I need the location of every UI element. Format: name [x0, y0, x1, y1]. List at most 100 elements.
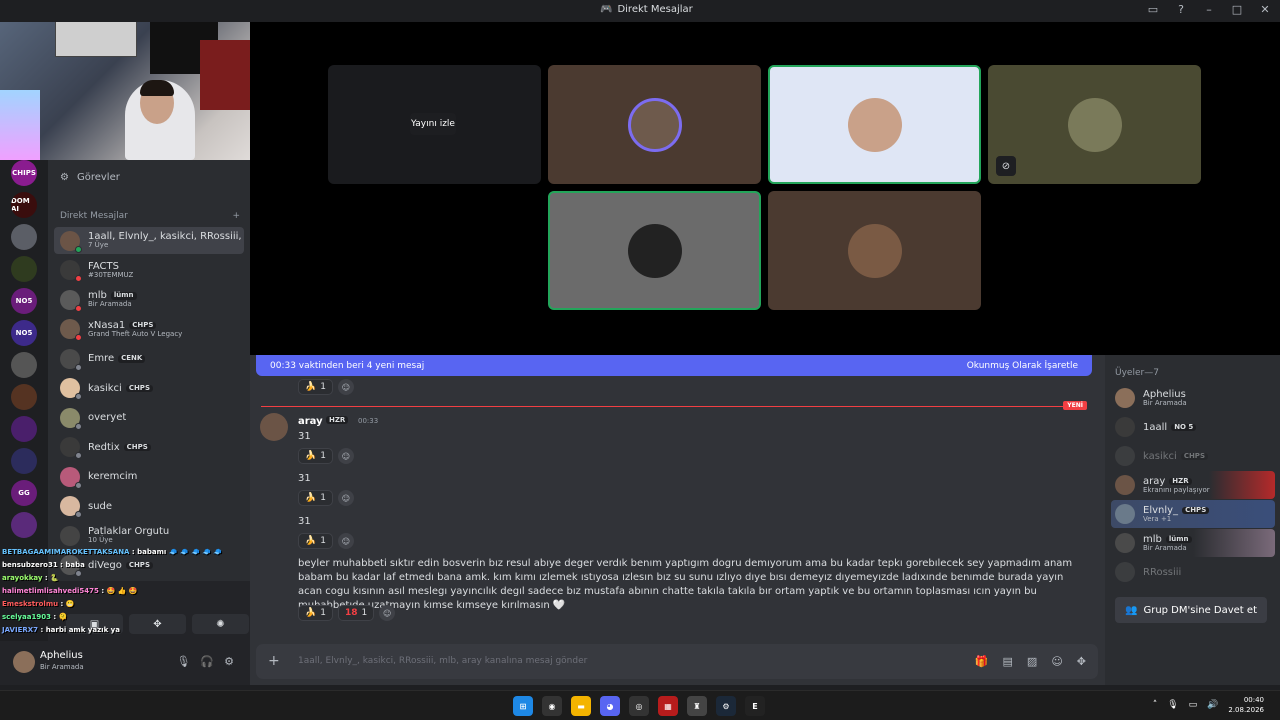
member-item[interactable]: Elvnly_ CHPS Vera +1	[1111, 500, 1275, 528]
mark-read-button[interactable]: Okunmuş Olarak İşaretle	[967, 361, 1078, 371]
watch-stream-button[interactable]: Yayını izle	[410, 113, 456, 135]
plus-icon[interactable]: +	[268, 653, 280, 669]
start-icon[interactable]: ⊞	[513, 696, 533, 716]
folder-icon[interactable]: ▬	[571, 696, 591, 716]
dm-item[interactable]: kasikci CHPS	[54, 375, 244, 402]
help-icon[interactable]: ?	[1174, 3, 1188, 16]
dm-item[interactable]: Patlaklar Orgutu 10 Üye	[54, 522, 244, 549]
clock[interactable]: 00:40 2.08.2026	[1228, 695, 1264, 715]
participant-tile[interactable]: ⊘	[988, 65, 1201, 184]
gear-icon[interactable]: ⚙	[224, 655, 234, 668]
status-indicator	[75, 452, 82, 459]
member-item[interactable]: kasikci CHPS	[1111, 442, 1275, 470]
user-tag: lümn	[1165, 535, 1192, 544]
epic-games-icon[interactable]: E	[745, 696, 765, 716]
server-icon[interactable]	[11, 224, 37, 250]
minimize-button[interactable]: –	[1202, 3, 1216, 16]
server-icon[interactable]	[11, 448, 37, 474]
user-tag: lümn	[110, 291, 137, 300]
user-tag: CENK	[118, 354, 146, 363]
speaker-icon[interactable]: 🔊	[1207, 700, 1218, 710]
server-icon[interactable]: NO5	[11, 320, 37, 346]
user-tag: HZR	[1169, 477, 1192, 486]
member-item[interactable]: Aphelius Bir Aramada	[1111, 384, 1275, 412]
emoji-icon[interactable]: ☺	[1051, 655, 1062, 668]
participant-tile[interactable]	[548, 65, 761, 184]
dm-item[interactable]: Redtix CHPS	[54, 434, 244, 461]
server-icon[interactable]: NO5	[11, 288, 37, 314]
message-author[interactable]: aray	[298, 416, 323, 427]
dm-item[interactable]: FACTS #30TEMMUZ	[54, 257, 244, 284]
participant-tile[interactable]	[768, 65, 981, 184]
server-icon[interactable]	[11, 416, 37, 442]
add-reaction-button[interactable]: ☺	[379, 605, 396, 621]
participant-tile[interactable]	[548, 191, 761, 310]
steam-icon[interactable]: ⚙	[716, 696, 736, 716]
app-icon[interactable]: ▦	[658, 696, 678, 716]
message-input[interactable]: 1aall, Elvnly_, kasikci, RRossiii, mlb, …	[298, 656, 587, 666]
member-item[interactable]: aray HZR Ekranını paylaşıyor	[1111, 471, 1275, 499]
display-icon[interactable]: ▭	[1189, 700, 1198, 710]
reaction-pill[interactable]: 🍌 1	[298, 379, 333, 395]
chevron-up-icon[interactable]: ˄	[1153, 700, 1158, 710]
dm-item[interactable]: sude	[54, 493, 244, 520]
dm-item[interactable]: Emre CENK	[54, 345, 244, 372]
invite-to-group-button[interactable]: 👥 Grup DM'sine Davet et	[1115, 597, 1267, 623]
dm-item[interactable]: overyet	[54, 404, 244, 431]
participant-tile[interactable]	[768, 191, 981, 310]
add-reaction-button[interactable]: ☺	[337, 379, 354, 395]
reaction-pill[interactable]: 🍌 1	[298, 448, 333, 464]
obs-icon[interactable]: ◎	[629, 696, 649, 716]
server-icon[interactable]: GG	[11, 480, 37, 506]
tasks-item[interactable]: ⚙ Görevler	[60, 172, 120, 183]
reaction-pill[interactable]: 🍌 1	[298, 490, 333, 506]
reaction-pill[interactable]: 🍌 1	[298, 605, 333, 621]
add-dm-button[interactable]: +	[232, 211, 240, 221]
activities-button[interactable]: ✥	[129, 614, 186, 634]
member-item[interactable]: 1aall NO 5	[1111, 413, 1275, 441]
server-icon[interactable]	[11, 256, 37, 282]
add-reaction-button[interactable]: ☺	[337, 448, 354, 464]
avatar[interactable]	[13, 651, 35, 673]
apps-icon[interactable]: ✥	[1077, 655, 1086, 668]
discord-icon[interactable]: ◕	[600, 696, 620, 716]
status-indicator	[75, 363, 82, 371]
dm-item[interactable]: keremcim	[54, 463, 244, 490]
reaction-pill[interactable]: 18 1	[337, 605, 375, 621]
server-icon[interactable]: CHIPS	[11, 160, 37, 186]
maximize-button[interactable]: □	[1230, 3, 1244, 16]
screen-share-tile[interactable]: Yayını izle	[328, 65, 541, 184]
close-button[interactable]: ✕	[1258, 3, 1272, 16]
chat-text: : 🤩 👍 🤩	[101, 587, 138, 595]
member-item[interactable]: mlb lümn Bir Aramada	[1111, 529, 1275, 557]
microphone-icon[interactable]: 🎙	[176, 655, 190, 668]
server-icon[interactable]	[11, 352, 37, 378]
gif-icon[interactable]: ▤	[1003, 655, 1013, 668]
dm-item[interactable]: mlb lümn Bir Aramada	[54, 286, 244, 313]
new-messages-banner[interactable]: 00:33 vaktinden beri 4 yeni mesaj Okunmu…	[256, 355, 1092, 376]
server-icon[interactable]	[11, 512, 37, 538]
server-icon[interactable]: DOM AI	[11, 192, 37, 218]
avatar[interactable]	[260, 413, 288, 441]
banana-emoji-icon: 🍌	[305, 536, 317, 546]
member-name: RRossiii	[1143, 566, 1182, 578]
message-composer[interactable]: + 1aall, Elvnly_, kasikci, RRossiii, mlb…	[256, 644, 1098, 679]
add-reaction-button[interactable]: ☺	[337, 533, 354, 549]
add-reaction-button[interactable]: ☺	[337, 490, 354, 506]
window-controls: ▭ ? – □ ✕	[1146, 3, 1272, 16]
system-tray: ˄ 🎙 ▭ 🔊 00:40 2.08.2026	[1153, 695, 1264, 715]
reaction-pill[interactable]: 🍌 1	[298, 533, 333, 549]
soundboard-button[interactable]: ✺	[192, 614, 249, 634]
dm-item[interactable]: 1aall, Elvnly_, kasikci, RRossiii, ... 7 …	[54, 227, 244, 254]
headphones-icon[interactable]: 🎧	[200, 655, 214, 668]
microphone-icon[interactable]: 🎙	[1167, 700, 1178, 710]
server-icon[interactable]	[11, 384, 37, 410]
sticker-icon[interactable]: ▨	[1027, 655, 1037, 668]
muted-icon: ⊘	[996, 156, 1016, 176]
chrome-icon[interactable]: ◉	[542, 696, 562, 716]
dm-item[interactable]: xNasa1 CHPS Grand Theft Auto V Legacy	[54, 316, 244, 343]
member-item[interactable]: RRossiii	[1111, 558, 1275, 586]
gift-icon[interactable]: 🎁	[975, 655, 989, 668]
inbox-icon[interactable]: ▭	[1146, 3, 1160, 16]
game-icon[interactable]: ♜	[687, 696, 707, 716]
